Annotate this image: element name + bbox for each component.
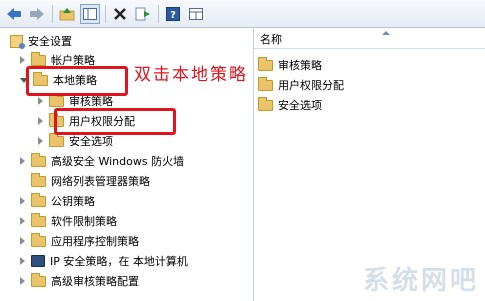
ipsec-icon (31, 255, 45, 267)
folder-icon (31, 272, 46, 287)
security-settings-icon (10, 34, 25, 49)
folder-icon (49, 92, 64, 107)
toolbar-separator (52, 4, 53, 23)
folder-icon (258, 96, 273, 111)
expand-arrow-icon[interactable] (20, 56, 25, 64)
folder-icon (49, 132, 64, 147)
folder-icon (31, 152, 46, 167)
sort-arrow-icon (382, 31, 390, 35)
back-icon[interactable] (4, 4, 24, 24)
tree-item-ipsec[interactable]: IP 安全策略，在 本地计算机 (20, 252, 188, 270)
expand-arrow-icon[interactable] (20, 277, 25, 285)
list-item[interactable]: 审核策略 (258, 56, 322, 74)
tree-item-network-list[interactable]: 网络列表管理器策略 (31, 172, 150, 190)
list-item-label: 审核策略 (278, 59, 322, 72)
tree-item-software-restriction[interactable]: 软件限制策略 (20, 212, 117, 230)
tree-item-firewall[interactable]: 高级安全 Windows 防火墙 (20, 152, 184, 170)
folder-icon (31, 212, 46, 227)
folder-icon (258, 56, 273, 71)
list-item[interactable]: 安全选项 (258, 96, 322, 114)
annotation-text: 双击本地策略 (134, 65, 248, 85)
help-icon[interactable]: ? (163, 4, 183, 24)
tree-item-label: IP 安全策略，在 本地计算机 (50, 255, 188, 268)
toolbar: ? (0, 0, 485, 28)
export-list-icon[interactable] (133, 4, 153, 24)
watermark: 系统网吧 (362, 266, 479, 296)
tree-item-label: 公钥策略 (51, 195, 95, 208)
expand-arrow-icon[interactable] (20, 237, 25, 245)
toolbar-separator (158, 4, 159, 23)
properties-icon[interactable] (186, 4, 206, 24)
list-item-label: 用户权限分配 (278, 79, 344, 92)
tree-item-public-key[interactable]: 公钥策略 (20, 192, 95, 210)
tree-item-label: 应用程序控制策略 (51, 235, 139, 248)
expand-arrow-icon[interactable] (38, 137, 43, 145)
show-hide-tree-icon[interactable] (80, 3, 100, 24)
expand-arrow-icon[interactable] (20, 217, 25, 225)
delete-icon[interactable] (110, 4, 130, 24)
expand-arrow-icon[interactable] (38, 117, 43, 125)
list-item[interactable]: 用户权限分配 (258, 76, 344, 94)
tree-item-app-control[interactable]: 应用程序控制策略 (20, 232, 139, 250)
folder-icon (31, 232, 46, 247)
tree-item-security-settings[interactable]: 安全设置 (10, 32, 72, 50)
toolbar-separator (105, 4, 106, 23)
svg-text:?: ? (170, 10, 176, 21)
highlight-user-rights (54, 108, 176, 135)
tree-item-label: 高级审核策略配置 (51, 275, 139, 288)
expand-arrow-icon[interactable] (20, 157, 25, 165)
tree-item-label: 软件限制策略 (51, 215, 117, 228)
forward-icon[interactable] (27, 4, 47, 24)
expand-arrow-icon[interactable] (20, 197, 25, 205)
list-item-label: 安全选项 (278, 99, 322, 112)
column-header-label: 名称 (260, 32, 282, 46)
folder-icon (31, 51, 46, 66)
highlight-local-policy (26, 66, 128, 96)
tree-item-label: 网络列表管理器策略 (51, 175, 150, 188)
tree-item-label: 安全选项 (69, 135, 113, 148)
expand-arrow-icon[interactable] (38, 97, 43, 105)
tree-item-label: 高级安全 Windows 防火墙 (51, 155, 185, 168)
up-folder-icon[interactable] (57, 4, 77, 24)
folder-icon (31, 192, 46, 207)
folder-icon (31, 172, 46, 187)
tree-item-advanced-audit[interactable]: 高级审核策略配置 (20, 272, 139, 290)
column-header-name[interactable]: 名称 (254, 29, 485, 49)
folder-icon (258, 76, 273, 91)
expand-arrow-icon[interactable] (20, 257, 25, 265)
tree-item-label: 安全设置 (28, 35, 72, 48)
